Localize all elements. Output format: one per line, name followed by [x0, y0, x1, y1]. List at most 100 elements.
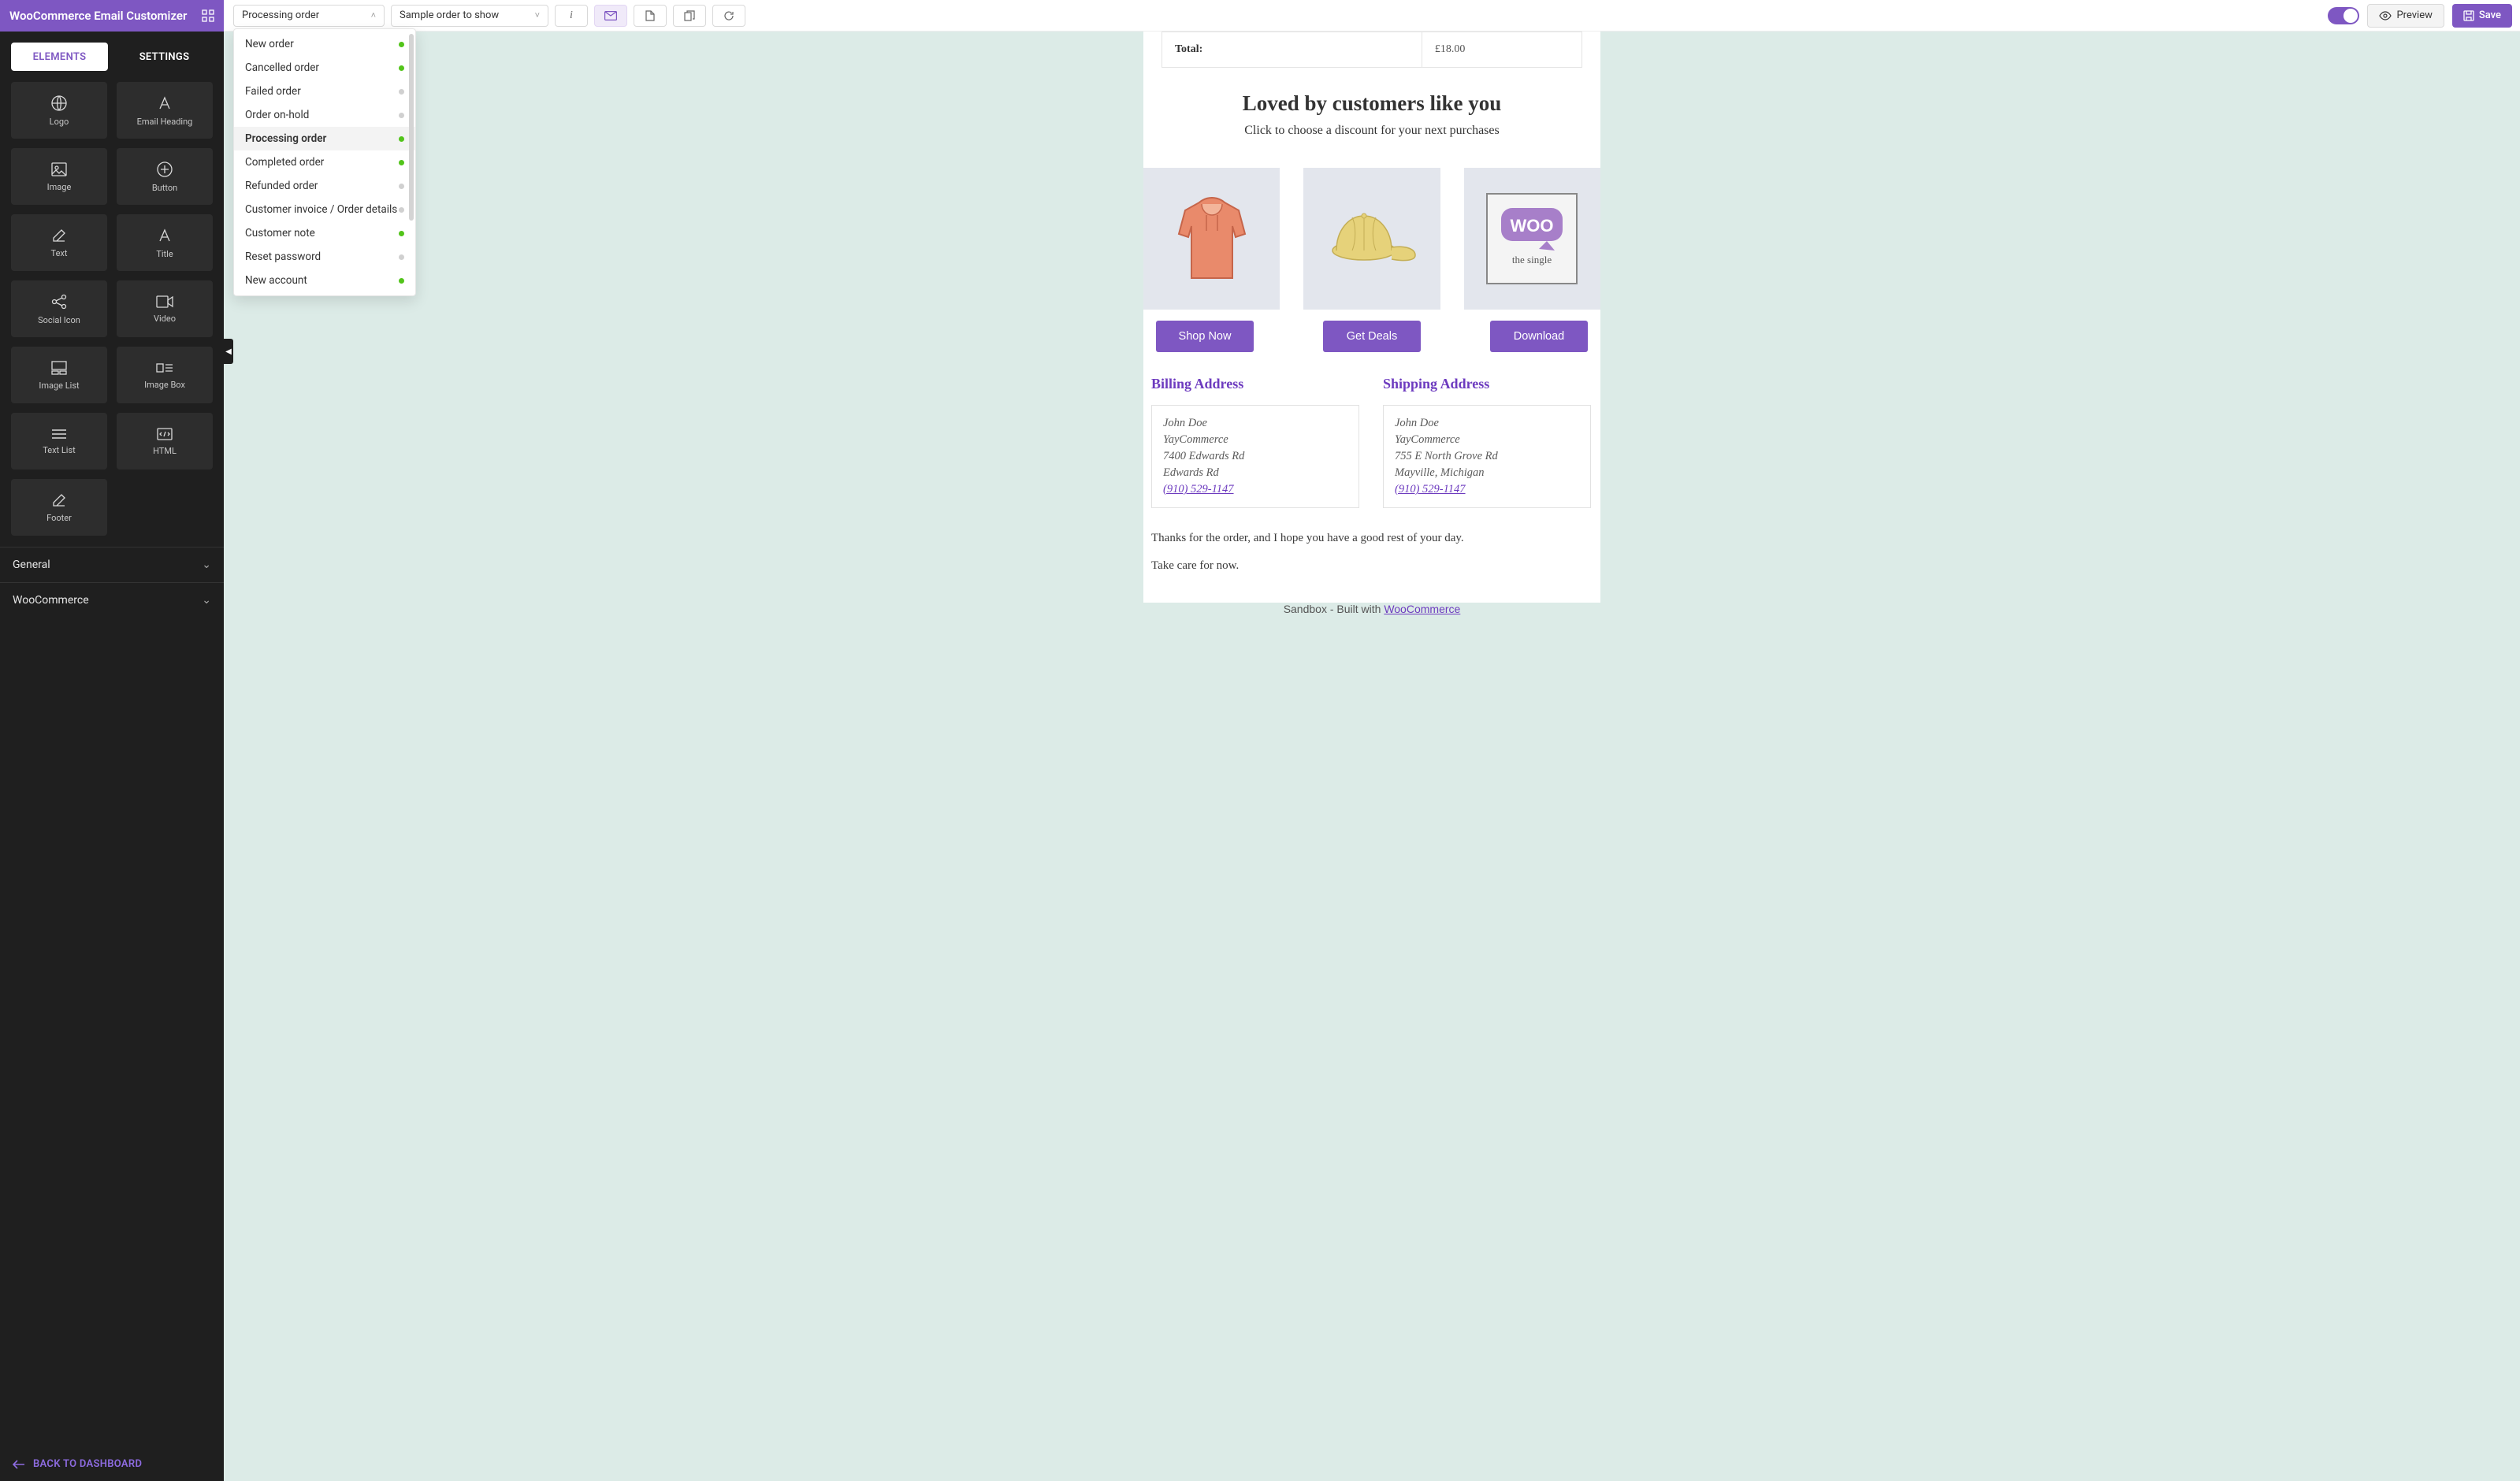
dropdown-scrollbar[interactable]: [409, 34, 414, 273]
element-label: HTML: [153, 446, 177, 456]
save-label: Save: [2479, 9, 2501, 21]
element-social-icon[interactable]: Social Icon: [11, 280, 107, 337]
status-dot-icon: [399, 278, 404, 284]
element-logo[interactable]: Logo: [11, 82, 107, 139]
billing-column: Billing Address John Doe YayCommerce 740…: [1151, 376, 1359, 508]
dropdown-item[interactable]: New account: [234, 269, 415, 292]
dropdown-item[interactable]: Failed order: [234, 80, 415, 103]
element-image[interactable]: Image: [11, 148, 107, 205]
dropdown-item-label: Completed order: [245, 156, 324, 169]
chevron-down-icon: ˅: [535, 10, 540, 20]
enable-toggle[interactable]: [2328, 7, 2359, 24]
element-label: Text: [51, 248, 68, 258]
order-type-select[interactable]: Processing order ˄: [233, 5, 385, 27]
edit-icon: [51, 228, 67, 243]
element-button[interactable]: Button: [117, 148, 213, 205]
woo-album-icon: WOOthe single: [1482, 189, 1582, 288]
cta-get-deals[interactable]: Get Deals: [1323, 321, 1421, 352]
status-dot-icon: [399, 207, 404, 213]
group-woocommerce-label: WooCommerce: [13, 594, 89, 607]
chevron-down-icon: ⌄: [202, 594, 211, 607]
element-footer[interactable]: Footer: [11, 479, 107, 536]
copy-button[interactable]: [673, 5, 706, 27]
lines-icon: [50, 428, 68, 440]
video-icon: [155, 295, 174, 309]
cta-row: Shop Now Get Deals Download: [1143, 321, 1600, 352]
element-label: Image List: [39, 380, 79, 391]
status-dot-icon: [399, 113, 404, 118]
email-footer: Sandbox - Built with WooCommerce: [224, 603, 2520, 615]
shipping-phone[interactable]: (910) 529-1147: [1395, 481, 1579, 498]
dropdown-item[interactable]: Refunded order: [234, 174, 415, 198]
dropdown-item[interactable]: Cancelled order: [234, 56, 415, 80]
dropdown-item[interactable]: Customer invoice / Order details: [234, 198, 415, 221]
mail-view-button[interactable]: [594, 5, 627, 27]
element-html[interactable]: HTML: [117, 413, 213, 470]
dropdown-item-label: New order: [245, 38, 294, 50]
cap-icon: [1321, 195, 1423, 282]
order-type-value: Processing order: [242, 9, 319, 21]
status-dot-icon: [399, 42, 404, 47]
group-woocommerce[interactable]: WooCommerce ⌄: [0, 582, 224, 618]
dashboard-grid-icon[interactable]: [202, 9, 214, 22]
product-card[interactable]: WOOthe single: [1464, 168, 1600, 310]
status-dot-icon: [399, 89, 404, 95]
order-total-row: Total: £18.00: [1162, 32, 1582, 68]
code-icon: [156, 427, 173, 441]
tab-settings[interactable]: SETTINGS: [116, 43, 213, 71]
product-cards-row: WOOthe single: [1143, 168, 1600, 310]
billing-name: John Doe: [1163, 415, 1347, 432]
sample-order-select[interactable]: Sample order to show ˅: [391, 5, 548, 27]
cta-shop-now[interactable]: Shop Now: [1156, 321, 1254, 352]
dropdown-item[interactable]: Completed order: [234, 150, 415, 174]
tab-elements[interactable]: ELEMENTS: [11, 43, 108, 71]
file-button[interactable]: [634, 5, 667, 27]
dropdown-item[interactable]: New order: [234, 32, 415, 56]
shipping-box: John Doe YayCommerce 755 E North Grove R…: [1383, 405, 1591, 508]
element-image-box[interactable]: Image Box: [117, 347, 213, 403]
email-canvas[interactable]: Total: £18.00 Loved by customers like yo…: [224, 32, 2520, 1481]
dropdown-item-label: Cancelled order: [245, 61, 319, 74]
cta-download[interactable]: Download: [1490, 321, 1588, 352]
element-label: Email Heading: [137, 117, 193, 127]
share-icon: [50, 293, 68, 310]
dropdown-item[interactable]: Order on-hold: [234, 103, 415, 127]
element-text[interactable]: Text: [11, 214, 107, 271]
product-card[interactable]: [1303, 168, 1440, 310]
status-dot-icon: [399, 136, 404, 142]
dropdown-item[interactable]: Customer note: [234, 221, 415, 245]
shipping-company: YayCommerce: [1395, 432, 1579, 448]
dropdown-item[interactable]: Reset password: [234, 245, 415, 269]
back-to-dashboard[interactable]: BACK TO DASHBOARD: [0, 1447, 224, 1481]
group-general-label: General: [13, 559, 50, 571]
dropdown-item-label: Reset password: [245, 251, 321, 263]
email-body: Total: £18.00 Loved by customers like yo…: [1143, 32, 1600, 603]
element-video[interactable]: Video: [117, 280, 213, 337]
dropdown-item-label: Refunded order: [245, 180, 318, 192]
shipping-column: Shipping Address John Doe YayCommerce 75…: [1383, 376, 1591, 508]
element-label: Footer: [46, 513, 72, 523]
preview-button[interactable]: Preview: [2367, 4, 2444, 28]
group-general[interactable]: General ⌄: [0, 547, 224, 582]
svg-text:the single: the single: [1512, 254, 1552, 265]
text-style-icon: [156, 227, 173, 244]
element-text-list[interactable]: Text List: [11, 413, 107, 470]
toolbar: Processing order ˄ Sample order to show …: [224, 0, 2520, 32]
element-title[interactable]: Title: [117, 214, 213, 271]
product-card[interactable]: [1143, 168, 1280, 310]
dropdown-item[interactable]: Processing order: [234, 127, 415, 150]
elements-grid: Logo Email Heading ImageButton Text Title Soc…: [0, 71, 224, 547]
element-email-heading[interactable]: Email Heading: [117, 82, 213, 139]
address-row: Billing Address John Doe YayCommerce 740…: [1143, 376, 1600, 508]
refresh-button[interactable]: [712, 5, 745, 27]
save-button[interactable]: Save: [2452, 4, 2512, 28]
billing-phone[interactable]: (910) 529-1147: [1163, 481, 1347, 498]
info-button[interactable]: i: [555, 5, 588, 27]
element-label: Logo: [50, 117, 69, 127]
thanks-line: Thanks for the order, and I hope you hav…: [1151, 532, 1593, 545]
element-label: Social Icon: [38, 315, 80, 325]
element-image-list[interactable]: Image List: [11, 347, 107, 403]
back-label: BACK TO DASHBOARD: [33, 1458, 142, 1470]
footer-link[interactable]: WooCommerce: [1384, 603, 1460, 615]
sidebar-collapse-handle[interactable]: ◀: [224, 339, 233, 364]
